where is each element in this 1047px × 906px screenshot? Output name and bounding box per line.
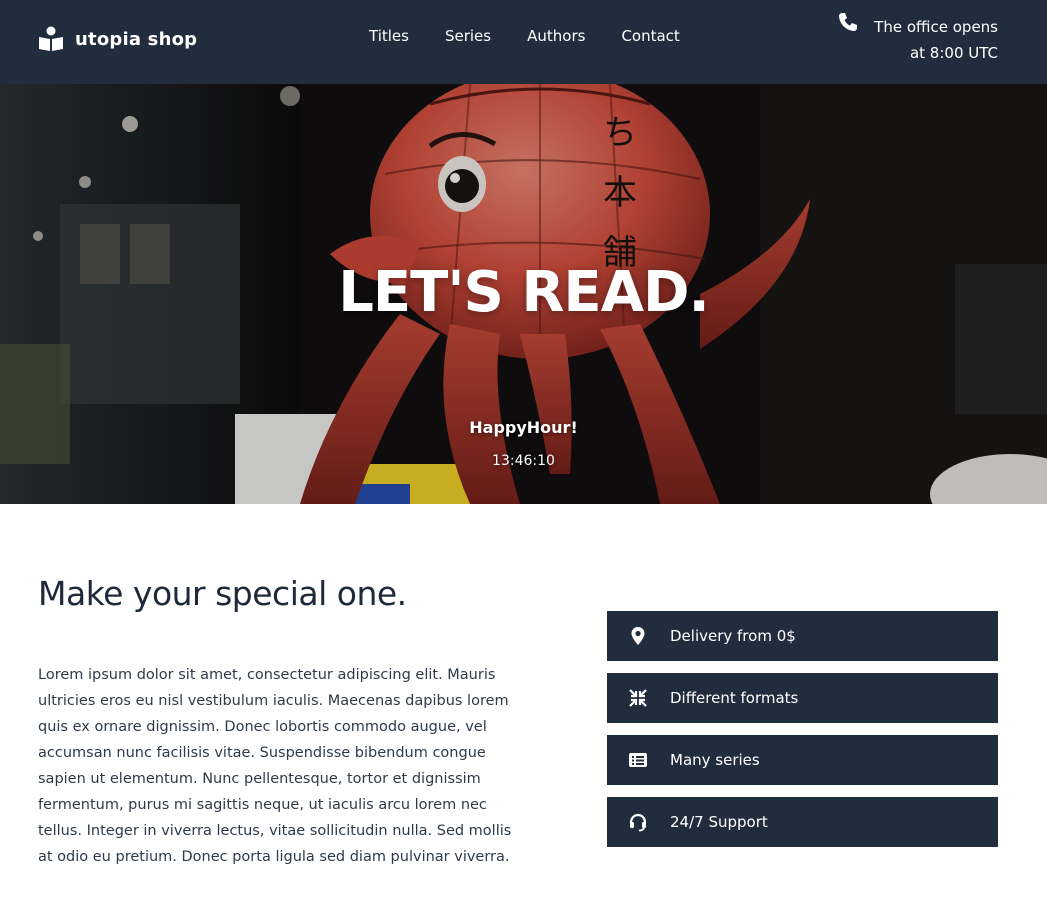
brand-logo[interactable]: utopia shop [38,26,197,52]
office-hours-line2: at 8:00 UTC [909,44,998,62]
nav-titles[interactable]: Titles [369,27,409,45]
office-hours-line1: The office opens [874,18,998,36]
nav-series[interactable]: Series [445,27,491,45]
feature-delivery-label: Delivery from 0$ [670,627,796,645]
hero-banner: ち 本 舗 LET'S READ. HappyHour! 13:46:10 [0,84,1047,504]
feature-formats[interactable]: Different formats [607,673,998,723]
section-title: Make your special one. [38,574,407,613]
feature-list: Delivery from 0$ Different formats Many … [607,611,998,859]
feature-delivery[interactable]: Delivery from 0$ [607,611,998,661]
hero-title: LET'S READ. [338,260,710,325]
phone-icon [839,13,858,31]
book-reader-icon [39,26,63,51]
nav-contact[interactable]: Contact [621,27,679,45]
nav-authors[interactable]: Authors [527,27,585,45]
feature-series-label: Many series [670,751,760,769]
feature-formats-label: Different formats [670,689,799,707]
list-icon [629,753,647,767]
feature-series[interactable]: Many series [607,735,998,785]
feature-support[interactable]: 24/7 Support [607,797,998,847]
compress-icon [629,689,647,707]
main-nav: Titles Series Authors Contact [369,27,716,45]
feature-support-label: 24/7 Support [670,813,768,831]
brand-name: utopia shop [75,28,198,50]
office-hours: The office opens at 8:00 UTC [839,13,998,66]
happy-hour-label: HappyHour! [469,418,578,437]
countdown-timer: 13:46:10 [492,453,555,469]
map-marker-icon [631,627,645,645]
top-header: utopia shop Titles Series Authors Contac… [0,0,1047,84]
headset-icon [629,813,647,832]
section-body-text: Lorem ipsum dolor sit amet, consectetur … [38,667,512,865]
